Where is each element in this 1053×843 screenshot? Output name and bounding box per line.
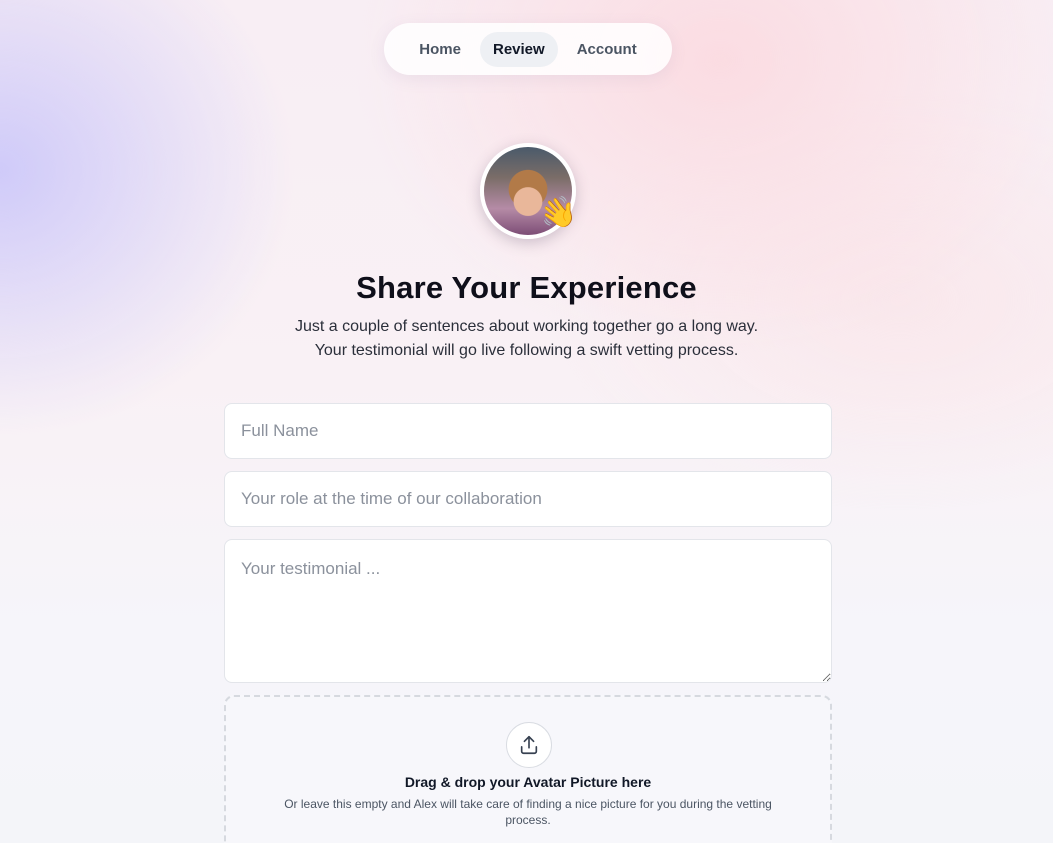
avatar-dropzone[interactable]: Drag & drop your Avatar Picture here Or … xyxy=(224,695,832,843)
upload-button[interactable] xyxy=(506,722,552,768)
nav-account[interactable]: Account xyxy=(564,32,650,67)
waving-hand-icon: 👋 xyxy=(536,192,581,235)
nav-home[interactable]: Home xyxy=(406,32,474,67)
full-name-input[interactable] xyxy=(224,403,832,459)
dropzone-hint: Or leave this empty and Alex will take c… xyxy=(284,797,772,827)
page-subtitle-line1: Just a couple of sentences about working… xyxy=(294,318,759,335)
profile-avatar-group: 👋 xyxy=(480,143,580,239)
dropzone-title: Drag & drop your Avatar Picture here xyxy=(404,774,652,790)
role-input[interactable] xyxy=(224,471,832,527)
page-title: Share Your Experience xyxy=(356,270,697,305)
top-nav: Home Review Account xyxy=(384,23,672,75)
upload-icon xyxy=(520,735,538,755)
page-subtitle-line2: Your testimonial will go live following … xyxy=(314,342,739,359)
nav-review[interactable]: Review xyxy=(479,31,558,67)
testimonial-textarea[interactable] xyxy=(224,539,832,683)
